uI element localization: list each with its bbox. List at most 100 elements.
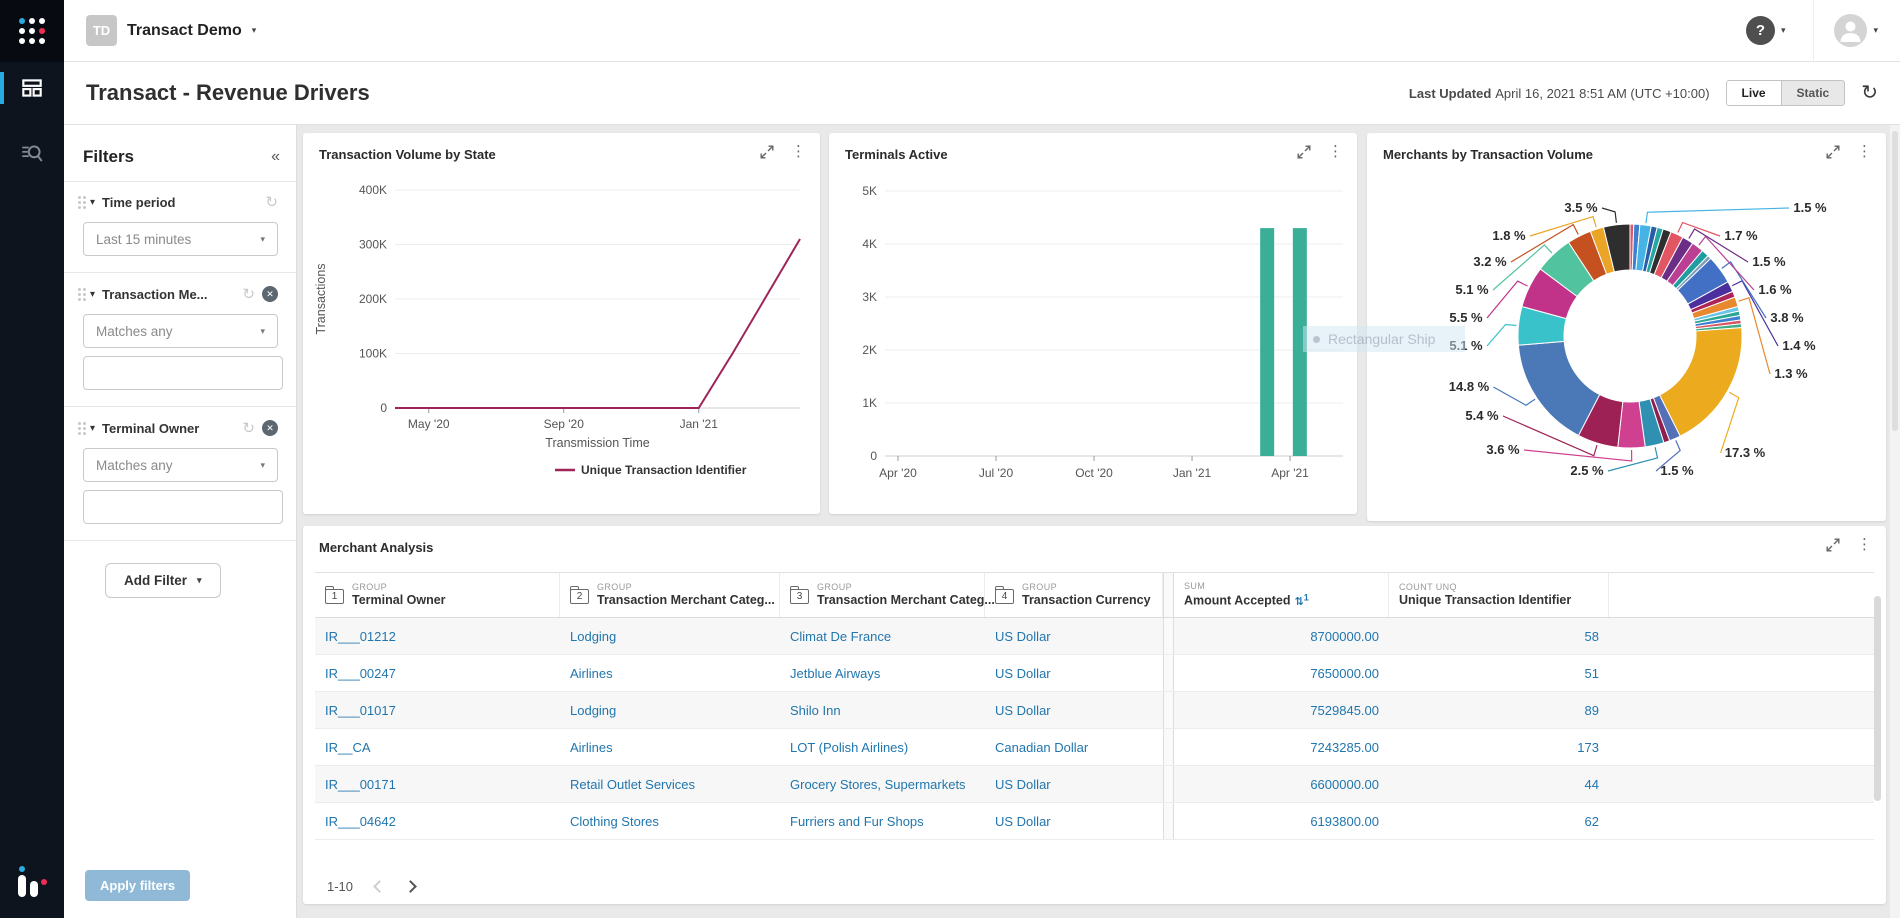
svg-text:Unique Transaction Identifier: Unique Transaction Identifier (581, 463, 747, 477)
sidebar-item-dashboards[interactable] (0, 62, 64, 114)
transaction-currency-link[interactable]: Canadian Dollar (995, 740, 1088, 755)
canvas-scrollbar[interactable] (1890, 125, 1900, 918)
page-range: 1-10 (327, 879, 353, 894)
column-header-transaction-currency[interactable]: 4 GROUPTransaction Currency (985, 573, 1163, 617)
frozen-pane-divider[interactable] (1163, 573, 1174, 617)
merchant-subcategory-link[interactable]: Shilo Inn (790, 703, 841, 718)
chevron-down-icon: ▾ (260, 460, 265, 471)
reset-filter-icon[interactable]: ↻ (242, 421, 255, 436)
left-rail (0, 0, 64, 918)
merchant-category-link[interactable]: Lodging (570, 629, 616, 644)
kebab-menu-icon[interactable]: ⋮ (1857, 144, 1872, 159)
merchant-analysis-table: 1 GROUPTerminal Owner 2 GROUPTransaction… (315, 572, 1874, 840)
svg-text:Jan '21: Jan '21 (1173, 466, 1212, 480)
svg-text:Transmission Time: Transmission Time (545, 436, 649, 450)
drag-handle-icon[interactable] (78, 288, 81, 291)
operator-select[interactable]: Matches any ▾ (83, 448, 278, 482)
merchant-subcategory-link[interactable]: Grocery Stores, Supermarkets (790, 777, 966, 792)
chevron-down-icon[interactable]: ▾ (90, 423, 95, 434)
unique-transaction-count-value[interactable]: 173 (1577, 740, 1599, 755)
amount-accepted-value[interactable]: 7529845.00 (1310, 703, 1379, 718)
table-row: IR___04642 Clothing Stores Furriers and … (315, 803, 1874, 840)
transaction-currency-link[interactable]: US Dollar (995, 666, 1051, 681)
terminal-owner-link[interactable]: IR___04642 (325, 814, 396, 829)
merchant-category-link[interactable]: Airlines (570, 740, 613, 755)
dashboard-canvas: Transaction Volume by State ⋮ 400K300K20… (297, 125, 1900, 918)
unique-transaction-count-value[interactable]: 44 (1585, 777, 1599, 792)
transaction-currency-link[interactable]: US Dollar (995, 703, 1051, 718)
amount-accepted-value[interactable]: 6600000.00 (1310, 777, 1379, 792)
remove-filter-icon[interactable]: ✕ (262, 286, 278, 302)
chevron-down-icon[interactable]: ▾ (90, 197, 95, 208)
unique-transaction-count-value[interactable]: 58 (1585, 629, 1599, 644)
expand-icon[interactable] (1826, 538, 1840, 552)
toggle-static[interactable]: Static (1782, 81, 1845, 105)
group-folder-icon: 4 (995, 589, 1014, 604)
column-header-merchant-category[interactable]: 2 GROUPTransaction Merchant Categ... (560, 573, 780, 617)
merchant-subcategory-link[interactable]: Jetblue Airways (790, 666, 880, 681)
reset-filter-icon[interactable]: ↻ (242, 287, 255, 302)
next-page-icon[interactable] (404, 880, 417, 893)
merchant-category-link[interactable]: Airlines (570, 666, 613, 681)
column-header-terminal-owner[interactable]: 1 GROUPTerminal Owner (315, 573, 560, 617)
drag-handle-icon[interactable] (78, 196, 81, 199)
merchant-category-link[interactable]: Clothing Stores (570, 814, 659, 829)
terminal-owner-link[interactable]: IR__CA (325, 740, 371, 755)
amount-accepted-value[interactable]: 7650000.00 (1310, 666, 1379, 681)
expand-icon[interactable] (760, 145, 774, 159)
live-static-toggle: Live Static (1726, 80, 1846, 106)
group-folder-icon: 1 (325, 589, 344, 604)
expand-icon[interactable] (1297, 145, 1311, 159)
transaction-currency-link[interactable]: US Dollar (995, 777, 1051, 792)
kebab-menu-icon[interactable]: ⋮ (1328, 144, 1343, 159)
kebab-menu-icon[interactable]: ⋮ (791, 144, 806, 159)
tenant-switcher[interactable]: TD Transact Demo ▾ (86, 15, 256, 46)
column-header-amount-accepted[interactable]: SUMAmount Accepted⇅1 (1174, 573, 1389, 617)
previous-page-icon[interactable] (373, 880, 386, 893)
merchant-category-link[interactable]: Retail Outlet Services (570, 777, 695, 792)
amount-accepted-value[interactable]: 8700000.00 (1310, 629, 1379, 644)
transaction-currency-link[interactable]: US Dollar (995, 629, 1051, 644)
merchant-subcategory-link[interactable]: Furriers and Fur Shops (790, 814, 924, 829)
kebab-menu-icon[interactable]: ⋮ (1857, 537, 1872, 552)
refresh-icon[interactable]: ↻ (1861, 83, 1878, 103)
remove-filter-icon[interactable]: ✕ (262, 420, 278, 436)
reset-filter-icon[interactable]: ↻ (265, 195, 278, 210)
transaction-currency-link[interactable]: US Dollar (995, 814, 1051, 829)
apply-filters-button[interactable]: Apply filters (85, 870, 190, 901)
column-header-merchant-subcategory[interactable]: 3 GROUPTransaction Merchant Categ... (780, 573, 985, 617)
merchant-subcategory-link[interactable]: Climat De France (790, 629, 891, 644)
terminal-owner-link[interactable]: IR___00171 (325, 777, 396, 792)
toggle-live[interactable]: Live (1727, 81, 1782, 105)
operator-select[interactable]: Matches any ▾ (83, 314, 278, 348)
expand-icon[interactable] (1826, 145, 1840, 159)
drag-handle-icon[interactable] (78, 422, 81, 425)
unique-transaction-count-value[interactable]: 62 (1585, 814, 1599, 829)
column-header-unique-transaction-identifier[interactable]: COUNT UNQUnique Transaction Identifier (1389, 573, 1609, 617)
sidebar-item-insights-search[interactable] (0, 128, 64, 180)
filter-name: Transaction Me... (102, 287, 207, 302)
add-filter-button[interactable]: Add Filter ▾ (105, 563, 221, 598)
collapse-panel-icon[interactable]: « (271, 148, 278, 166)
help-menu[interactable]: ? ▾ (1746, 16, 1786, 45)
app-grid-icon[interactable] (0, 0, 64, 62)
filter-value-input[interactable] (83, 490, 283, 524)
help-icon: ? (1746, 16, 1775, 45)
terminal-owner-link[interactable]: IR___00247 (325, 666, 396, 681)
svg-text:14.8 %: 14.8 % (1449, 379, 1490, 394)
filter-value-input[interactable] (83, 356, 283, 390)
merchant-category-link[interactable]: Lodging (570, 703, 616, 718)
table-scrollbar[interactable] (1874, 596, 1881, 801)
chevron-down-icon[interactable]: ▾ (90, 289, 95, 300)
unique-transaction-count-value[interactable]: 89 (1585, 703, 1599, 718)
terminal-owner-link[interactable]: IR___01017 (325, 703, 396, 718)
merchant-subcategory-link[interactable]: LOT (Polish Airlines) (790, 740, 908, 755)
amount-accepted-value[interactable]: 6193800.00 (1310, 814, 1379, 829)
svg-text:300K: 300K (359, 238, 387, 252)
terminal-owner-link[interactable]: IR___01212 (325, 629, 396, 644)
amount-accepted-value[interactable]: 7243285.00 (1310, 740, 1379, 755)
user-menu[interactable]: ▾ (1813, 0, 1878, 62)
unique-transaction-count-value[interactable]: 51 (1585, 666, 1599, 681)
time-period-select[interactable]: Last 15 minutes ▾ (83, 222, 278, 256)
sort-icon[interactable]: ⇅1 (1295, 596, 1309, 608)
